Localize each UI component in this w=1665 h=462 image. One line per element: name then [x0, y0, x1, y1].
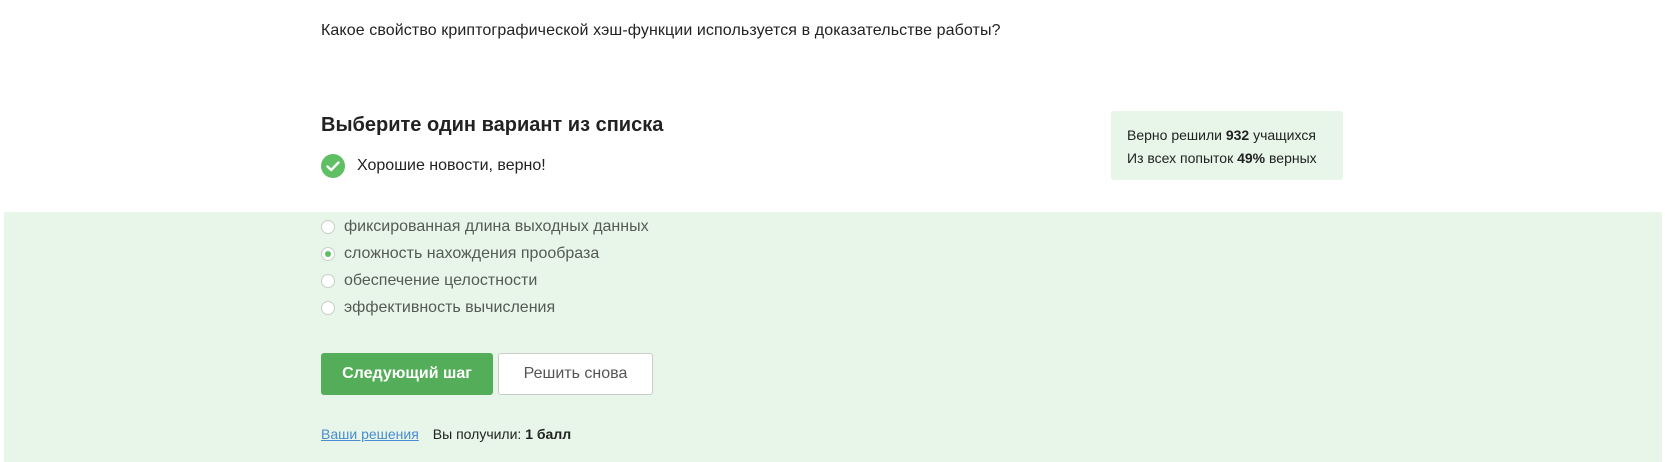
stats-attempts-suffix: верных	[1265, 150, 1317, 166]
answer-option-label: фиксированная длина выходных данных	[344, 218, 649, 235]
check-circle-icon	[321, 154, 345, 178]
radio-button-selected[interactable]	[321, 247, 335, 261]
answer-option[interactable]: эффективность вычисления	[321, 299, 555, 317]
checkmark-icon	[326, 160, 340, 171]
score-value: 1 балл	[525, 426, 572, 442]
stats-panel: Верно решили 932 учащихся Из всех попыто…	[1111, 111, 1343, 180]
stats-attempts: Из всех попыток 49% верных	[1127, 147, 1327, 170]
score-text: Вы получили: 1 балл	[433, 426, 571, 442]
stats-solved: Верно решили 932 учащихся	[1127, 124, 1327, 147]
next-step-button[interactable]: Следующий шаг	[321, 353, 493, 395]
feedback-text: Хорошие новости, верно!	[357, 157, 546, 174]
answer-option[interactable]: фиксированная длина выходных данных	[321, 218, 649, 236]
stats-solved-count: 932	[1225, 127, 1250, 143]
radio-button[interactable]	[321, 301, 335, 315]
answer-option[interactable]: обеспечение целостности	[321, 272, 537, 290]
stats-attempts-percent: 49%	[1237, 150, 1266, 166]
footer-row: Ваши решения Вы получили: 1 балл	[321, 426, 571, 442]
answer-option-label: обеспечение целостности	[344, 272, 538, 289]
stats-solved-prefix: Верно решили	[1127, 127, 1226, 143]
score-prefix: Вы получили:	[432, 426, 526, 442]
radio-button[interactable]	[321, 220, 335, 234]
question-text: Какое свойство криптографической хэш-фун…	[321, 22, 1001, 39]
stats-attempts-prefix: Из всех попыток	[1127, 150, 1238, 166]
answer-option-label: сложность нахождения прообраза	[344, 245, 600, 262]
stats-solved-suffix: учащихся	[1249, 127, 1316, 143]
feedback-message: Хорошие новости, верно!	[321, 154, 546, 178]
radio-button[interactable]	[321, 274, 335, 288]
answer-option-label: эффективность вычисления	[344, 299, 556, 316]
quiz-page: Какое свойство криптографической хэш-фун…	[0, 0, 1665, 462]
solve-again-button[interactable]: Решить снова	[498, 353, 653, 395]
answer-option[interactable]: сложность нахождения прообраза	[321, 245, 599, 263]
quiz-instruction-title: Выберите один вариант из списка	[321, 114, 664, 136]
your-solutions-link[interactable]: Ваши решения	[321, 426, 419, 442]
answers-panel: фиксированная длина выходных данных слож…	[4, 212, 1662, 462]
